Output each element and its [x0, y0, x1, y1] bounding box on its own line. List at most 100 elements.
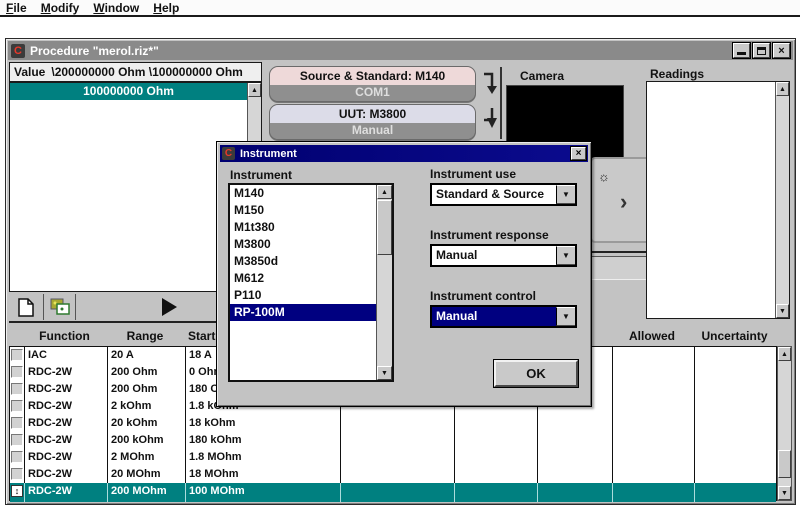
table-cell[interactable] — [454, 415, 537, 432]
table-cell[interactable] — [694, 381, 776, 398]
dropdown-button[interactable]: ▼ — [556, 307, 575, 326]
source-standard-button[interactable]: Source & Standard: M140 COM1 — [269, 66, 476, 102]
instrument-item[interactable]: RP-100M — [230, 304, 376, 321]
table-cell[interactable] — [537, 449, 612, 466]
table-cell[interactable]: 200 MOhm — [107, 483, 185, 502]
instrument-item[interactable]: M150 — [230, 202, 376, 219]
instrument-list-scrollbar[interactable]: ▲ ▼ — [376, 185, 392, 380]
table-cell[interactable] — [612, 449, 694, 466]
camera-control-button[interactable]: ☼ › — [590, 157, 654, 243]
table-cell[interactable]: 200 Ohm — [107, 381, 185, 398]
scroll-down-button[interactable]: ▼ — [778, 486, 791, 500]
menu-item-window[interactable]: Window — [93, 1, 139, 15]
table-cell[interactable] — [694, 398, 776, 415]
dropdown-button[interactable]: ▼ — [556, 185, 575, 204]
instrument-response-select[interactable]: Manual ▼ — [430, 244, 577, 267]
table-cell[interactable] — [340, 449, 454, 466]
table-cell[interactable]: 18 MOhm — [185, 466, 340, 483]
table-cell[interactable]: 18 kOhm — [185, 415, 340, 432]
menu-item-file[interactable]: File — [6, 1, 27, 15]
dialog-close-button[interactable]: × — [571, 147, 586, 160]
table-cell[interactable]: 2 kOhm — [107, 398, 185, 415]
table-cell[interactable] — [612, 432, 694, 449]
instrument-listbox[interactable]: M140M150M1t380M3800M3850dM612P110RP-100M… — [228, 183, 394, 382]
table-cell[interactable]: 2 MOhm — [107, 449, 185, 466]
table-cell[interactable]: RDC-2W — [24, 466, 107, 483]
table-cell[interactable] — [694, 415, 776, 432]
close-button[interactable]: × — [773, 43, 790, 58]
window-titlebar[interactable]: C Procedure "merol.riz*" × — [8, 41, 793, 60]
row-selector-updown-icon[interactable]: ↕ — [11, 485, 23, 497]
table-cell[interactable] — [454, 449, 537, 466]
table-cell[interactable] — [612, 398, 694, 415]
table-cell[interactable]: 20 A — [107, 347, 185, 364]
maximize-button[interactable] — [753, 43, 770, 58]
table-cell[interactable]: IAC — [24, 347, 107, 364]
value-field[interactable]: Value \200000000 Ohm \100000000 Ohm — [9, 62, 262, 82]
menu-item-modify[interactable]: Modify — [41, 1, 80, 15]
table-cell[interactable]: RDC-2W — [24, 381, 107, 398]
scroll-up-button[interactable]: ▲ — [778, 347, 791, 361]
table-row[interactable]: RDC-2W200 kOhm180 kOhm — [10, 432, 776, 449]
table-cell[interactable] — [340, 483, 454, 502]
table-cell[interactable] — [694, 432, 776, 449]
table-cell[interactable] — [340, 415, 454, 432]
table-cell[interactable] — [537, 432, 612, 449]
table-cell[interactable] — [694, 364, 776, 381]
menu-item-help[interactable]: Help — [153, 1, 179, 15]
instrument-item[interactable]: M3800 — [230, 236, 376, 253]
column-header-uncertainty[interactable]: Uncertainty — [693, 329, 776, 344]
images-button[interactable] — [47, 295, 73, 319]
table-cell[interactable]: 200 Ohm — [107, 364, 185, 381]
table-cell[interactable]: 20 MOhm — [107, 466, 185, 483]
table-cell[interactable] — [694, 466, 776, 483]
table-row[interactable]: RDC-2W20 kOhm18 kOhm — [10, 415, 776, 432]
instrument-item[interactable]: M612 — [230, 270, 376, 287]
ok-button[interactable]: OK — [494, 360, 578, 387]
column-header-allowed[interactable]: Allowed — [611, 329, 693, 344]
row-selector-box[interactable] — [11, 400, 23, 412]
table-cell[interactable] — [454, 432, 537, 449]
table-scrollbar[interactable]: ▲ ▼ — [777, 346, 792, 501]
table-cell[interactable] — [694, 449, 776, 466]
table-cell[interactable]: RDC-2W — [24, 398, 107, 415]
table-row[interactable]: ↕RDC-2W200 MOhm100 MOhm — [10, 483, 776, 502]
table-cell[interactable]: RDC-2W — [24, 483, 107, 502]
table-cell[interactable] — [612, 381, 694, 398]
table-cell[interactable]: 20 kOhm — [107, 415, 185, 432]
scroll-down-button[interactable]: ▼ — [776, 304, 789, 318]
table-cell[interactable]: RDC-2W — [24, 415, 107, 432]
uut-button[interactable]: UUT: M3800 Manual — [269, 104, 476, 140]
row-selector-box[interactable] — [11, 417, 23, 429]
instrument-use-select[interactable]: Standard & Source ▼ — [430, 183, 577, 206]
table-cell[interactable]: 1.8 MOhm — [185, 449, 340, 466]
table-cell[interactable] — [454, 466, 537, 483]
value-list-selected-item[interactable]: 100000000 Ohm — [10, 83, 247, 100]
instrument-control-select[interactable]: Manual ▼ — [430, 305, 577, 328]
table-row[interactable]: RDC-2W20 MOhm18 MOhm — [10, 466, 776, 483]
scrollbar-thumb[interactable] — [377, 200, 392, 255]
dialog-titlebar[interactable]: C Instrument × — [220, 145, 588, 162]
table-cell[interactable] — [340, 466, 454, 483]
instrument-item[interactable]: M140 — [230, 185, 376, 202]
minimize-button[interactable] — [733, 43, 750, 58]
table-cell[interactable]: RDC-2W — [24, 364, 107, 381]
row-selector-box[interactable] — [11, 451, 23, 463]
table-cell[interactable] — [612, 364, 694, 381]
table-cell[interactable] — [537, 415, 612, 432]
dropdown-button[interactable]: ▼ — [556, 246, 575, 265]
row-selector-box[interactable] — [11, 366, 23, 378]
table-cell[interactable] — [537, 466, 612, 483]
table-cell[interactable]: 100 MOhm — [185, 483, 340, 502]
new-document-button[interactable] — [13, 295, 39, 319]
table-cell[interactable] — [537, 483, 612, 502]
column-header-start[interactable]: Start — [188, 329, 215, 344]
readings-list[interactable]: ▲ ▼ — [646, 81, 790, 319]
instrument-item[interactable]: P110 — [230, 287, 376, 304]
table-row[interactable]: RDC-2W2 MOhm1.8 MOhm — [10, 449, 776, 466]
table-cell[interactable]: RDC-2W — [24, 432, 107, 449]
row-selector-box[interactable] — [11, 383, 23, 395]
table-cell[interactable] — [612, 483, 694, 502]
table-cell[interactable]: 180 kOhm — [185, 432, 340, 449]
scroll-up-button[interactable]: ▲ — [377, 185, 392, 199]
